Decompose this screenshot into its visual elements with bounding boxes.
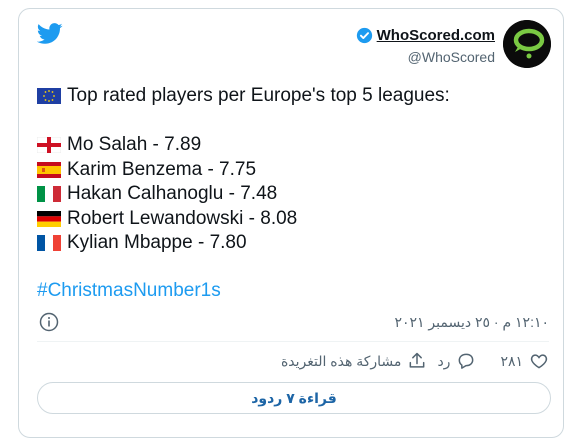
italy-flag-icon: [37, 186, 61, 203]
reply-button[interactable]: رد: [437, 351, 476, 371]
whoscored-logo-icon: [503, 20, 551, 68]
list-item: Robert Lewandowski - 8.08: [37, 207, 297, 232]
share-button[interactable]: مشاركة هذه التغريدة: [281, 351, 427, 371]
like-count: ٢٨١: [500, 352, 523, 369]
share-icon: [410, 352, 425, 368]
hashtag-link[interactable]: #ChristmasNumber1s: [37, 280, 221, 302]
avatar[interactable]: [503, 20, 551, 68]
account-name[interactable]: WhoScored.com: [377, 27, 495, 44]
tweet-timestamp[interactable]: ١٢:١٠ م · ٢٥ ديسمبر ٢٠٢١: [394, 314, 549, 331]
list-item: Hakan Calhanoglu - 7.48: [37, 182, 297, 207]
headline-text: Top rated players per Europe's top 5 lea…: [67, 85, 450, 106]
player-text: Kylian Mbappe - 7.80: [67, 232, 247, 254]
account-handle[interactable]: @WhoScored: [356, 49, 495, 65]
player-list: Mo Salah - 7.89 Karim Benzema - 7.75 Hak…: [37, 133, 297, 256]
account-info[interactable]: WhoScored.com @WhoScored: [356, 27, 495, 65]
like-button[interactable]: ٢٨١: [500, 351, 549, 371]
verified-badge-icon: [356, 27, 372, 44]
heart-icon: [530, 354, 548, 369]
reply-label: رد: [437, 352, 451, 369]
france-flag-icon: [37, 235, 61, 252]
info-icon[interactable]: [39, 312, 59, 332]
tweet-actions: ٢٨١ رد مشاركة هذه التغريدة: [281, 351, 549, 371]
player-text: Hakan Calhanoglu - 7.48: [67, 183, 278, 205]
player-text: Mo Salah - 7.89: [67, 134, 202, 156]
germany-flag-icon: [37, 210, 61, 227]
twitter-bird-icon[interactable]: [37, 23, 63, 45]
list-item: Mo Salah - 7.89: [37, 133, 297, 158]
player-text: Robert Lewandowski - 8.08: [67, 207, 298, 229]
divider: [37, 341, 549, 342]
list-item: Karim Benzema - 7.75: [37, 158, 297, 183]
tweet-headline: Top rated players per Europe's top 5 lea…: [37, 84, 450, 108]
england-flag-icon: [37, 137, 61, 154]
reply-bubble-icon: [459, 353, 474, 369]
player-text: Karim Benzema - 7.75: [67, 158, 257, 180]
tweet-card: WhoScored.com @WhoScored Top rated playe…: [18, 8, 564, 438]
share-label: مشاركة هذه التغريدة: [280, 352, 402, 369]
eu-flag-icon: [37, 88, 61, 104]
spain-flag-icon: [37, 161, 61, 178]
read-replies-button[interactable]: قراءة ٧ ردود: [37, 382, 551, 414]
list-item: Kylian Mbappe - 7.80: [37, 231, 297, 256]
